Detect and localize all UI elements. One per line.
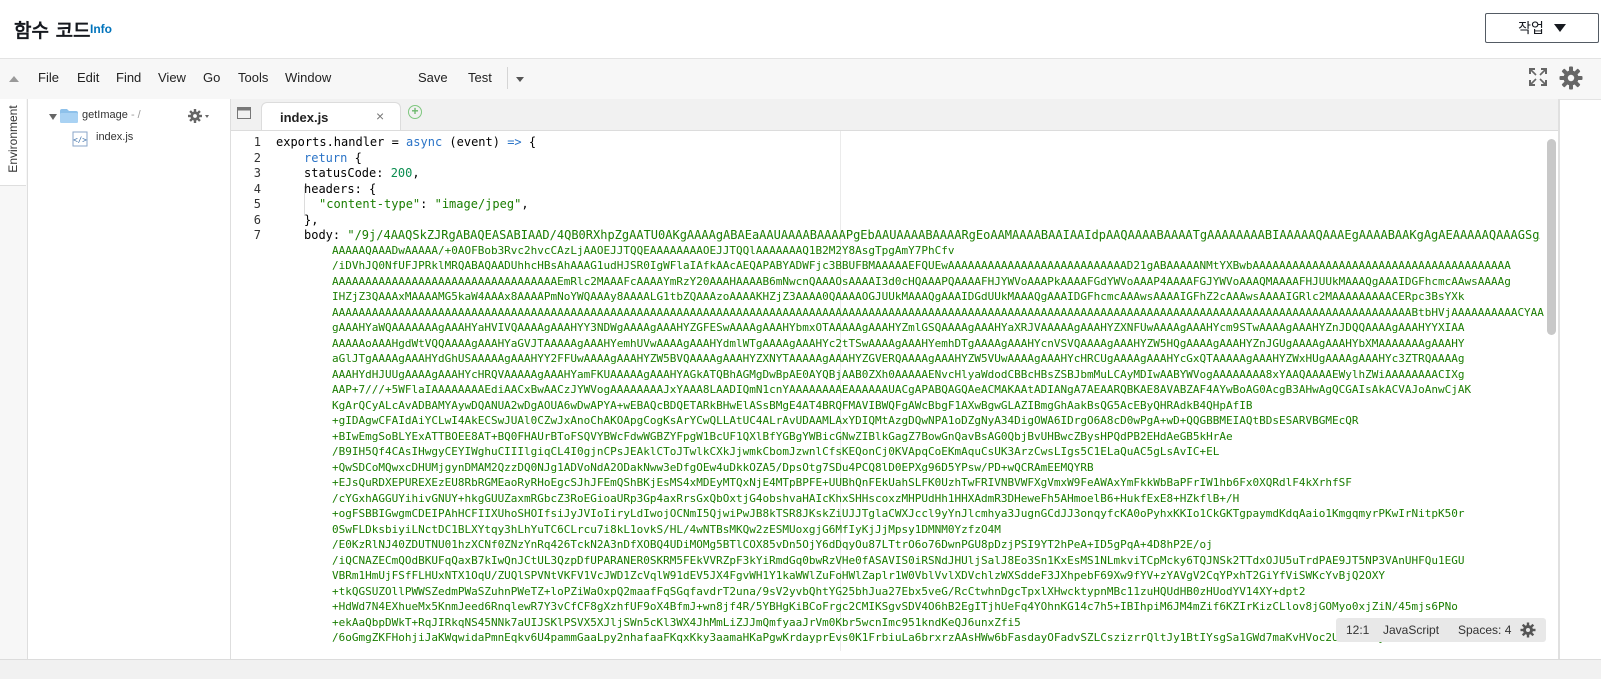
folder-name: getImage	[82, 109, 128, 121]
code-line: "content-type": "image/jpeg",	[319, 197, 529, 211]
code-wrap-line: +gIDAgwCFAIdAiYCLwI4AkECSwJUAl0CZwJxAnoC…	[332, 414, 1359, 427]
editor-statusbar: 12:1 JavaScript Spaces: 4	[1336, 618, 1546, 642]
ide-menubar: File Edit Find View Go Tools Window Save…	[0, 58, 1601, 100]
code-line: return {	[304, 150, 362, 165]
code-wrap-line: AAAAAQAAADwAAAAA/+0AOFBob3Rvc2hvcCAzLjAA…	[332, 243, 955, 257]
code-wrap-line: +QwSDCoMQwxcDHUMjgynDMAM2QzzDQ0NJg1ADVoN…	[332, 460, 1094, 474]
code-wrap-line: +EJsQuRDXEPUREXEzEU8RbRGMEaoRyRHoEgcSJhJ…	[332, 476, 1352, 489]
editor-tabbar: index.js × +	[231, 99, 1560, 131]
line-number: 7	[253, 228, 261, 242]
code-wrap-line: +tkQGSUZOllPWWSZedmPWaSZuhnPWeTZ+loPZiWa…	[332, 584, 1306, 598]
code-line: body: "/9j/4AAQSkZJRgABAQEASABIAAD/4QB0R…	[304, 228, 1540, 242]
code-wrap-line: +ogFSBBIGwgmCDEIPAhHCFIIXUhoSHOIfsiJyJVI…	[332, 507, 1465, 520]
tree-file-item[interactable]: index.js	[96, 131, 133, 143]
menu-view[interactable]: View	[158, 70, 186, 85]
save-button[interactable]: Save	[418, 70, 448, 85]
menu-separator	[507, 67, 508, 89]
collapse-toggle-icon[interactable]	[9, 76, 19, 82]
line-number: 1	[253, 135, 261, 149]
code-wrap-line: /cYGxhAGGUYihivGNUY+hkgGUUZaxmRGbcZ3RoEG…	[332, 491, 1240, 505]
test-button[interactable]: Test	[468, 70, 492, 85]
gear-icon[interactable]	[1559, 66, 1583, 90]
bottom-panel-bar	[0, 659, 1601, 679]
code-wrap-line: +HdWd7N4EXhueMx5KnmJeed6RnqlewR7Y3vCfCF8…	[332, 600, 1458, 613]
tab-label: index.js	[280, 110, 329, 125]
status-gear-icon[interactable]	[1520, 622, 1536, 638]
test-options-chevron-icon[interactable]	[516, 77, 524, 82]
vertical-scrollbar[interactable]	[1547, 139, 1556, 335]
folder-path-suffix: - /	[130, 109, 141, 121]
fullscreen-icon[interactable]	[1529, 68, 1547, 86]
folder-icon	[60, 109, 78, 123]
language-mode[interactable]: JavaScript	[1383, 623, 1439, 637]
line-number: 4	[253, 181, 261, 196]
code-wrap-line: /E0KzRlNJ40ZDUTNU01hzXCNf0ZNzYnRq426TckN…	[332, 538, 1213, 551]
indent-setting[interactable]: Spaces: 4	[1458, 623, 1511, 637]
info-link[interactable]: Info	[90, 22, 112, 36]
code-wrap-line: /iDVhJQ0NfUFJPRklMRQABAQAADUhhcHBsAhAAAG…	[332, 259, 1511, 272]
code-wrap-line: gAAAHYaWQAAAAAAAgAAAHYaHVIVQAAAAgAAAHYY3…	[332, 321, 1465, 334]
tab-index-js[interactable]: index.js ×	[261, 102, 401, 130]
cursor-position[interactable]: 12:1	[1346, 623, 1369, 637]
file-tree: getImage - / </> index.js	[28, 99, 231, 659]
line-number-gutter: 1 2 3 4 5 6 7	[231, 131, 271, 651]
menu-edit[interactable]: Edit	[77, 70, 99, 85]
code-line: headers: {	[304, 181, 377, 196]
caret-down-icon	[1553, 24, 1566, 32]
menu-window[interactable]: Window	[285, 70, 331, 85]
menu-tools[interactable]: Tools	[238, 70, 268, 85]
code-wrap-line: KgArQCyALcAvADBAMYAywDQANUA2wDgAOUA6wDwA…	[332, 398, 1253, 412]
tab-list-icon[interactable]	[237, 107, 251, 119]
svg-text:</>: </>	[73, 136, 87, 145]
js-file-icon: </>	[72, 131, 88, 147]
environment-tab-label: Environment	[6, 105, 20, 173]
code-wrap-line: AAAAAAAAAAAAAAAAAAAAAAAAAAAAAAAAAAAAAAAA…	[332, 305, 1544, 319]
code-wrap-line: VBRm1HmUjFSfFLHUxNTX1OqU/ZUQlSPVNtVKFV1V…	[332, 569, 1385, 582]
add-tab-icon[interactable]: +	[408, 105, 422, 119]
actions-label: 작업	[1518, 21, 1544, 37]
tree-folder-item[interactable]: getImage - /	[82, 109, 141, 121]
code-wrap-line: 0SwFLDksbiyiLNctDC1BLXYtqy3hLhYuTC6CLrcu…	[332, 522, 1001, 536]
line-number: 2	[253, 150, 261, 165]
code-line: statusCode: 200,	[304, 166, 420, 180]
actions-dropdown-button[interactable]: 작업	[1485, 13, 1599, 43]
function-code-header: 함수 코드 Info 작업	[0, 0, 1601, 56]
code-wrap-line: IHZjZ3QAAAxMAAAAMG5kaW4AAAx8AAAAPmNoYWQA…	[332, 290, 1465, 303]
expand-arrow-icon[interactable]	[49, 114, 57, 120]
code-wrap-line: AAAAAAAAAAAAAAAAAAAAAAAAAAAAAAAAAAEmRlc2…	[332, 274, 1511, 288]
line-number: 6	[253, 212, 261, 227]
code-wrap-line: +BIwEmgSoBLYExATTBOEE8AT+BQ0FHAUrBToFSQV…	[332, 429, 1233, 443]
code-editor[interactable]: exports.handler = async (event) => { ret…	[272, 131, 1545, 651]
code-wrap-line: AAAHYdHJUUgAAAAgAAAHYcHRQVAAAAAgAAAHYamF…	[332, 367, 1465, 381]
panel-edge	[1558, 99, 1560, 659]
code-wrap-line: /iQCNAZECmQOdBKUFqQaxB7kIwQnJCtUL3QzpDfU…	[332, 553, 1465, 567]
code-wrap-line: AAP+7///+5WFlaIAAAAAAAAEdiAACxBwAACzJYWV…	[332, 383, 1472, 396]
close-icon[interactable]: ×	[376, 108, 384, 124]
page-title: 함수 코드	[14, 20, 91, 42]
line-number: 5	[253, 197, 261, 211]
environment-tab[interactable]: Environment	[0, 99, 26, 186]
side-panel-rail: Environment	[0, 99, 28, 659]
menu-find[interactable]: Find	[116, 70, 141, 85]
code-line: },	[304, 212, 319, 227]
code-wrap-line: /B9IH5Qf4CAsIHwgyCEYIWghuCIIIlgiqCL4I0gj…	[332, 445, 1220, 458]
code-wrap-line: aGlJTgAAAAgAAAHYdGhUSAAAAAgAAAHYY2FFUwAA…	[332, 352, 1465, 365]
code-wrap-line: AAAAAoAAAHgdWtVQQAAAAgAAAHYaGVJTAAAAAgAA…	[332, 336, 1465, 350]
tree-settings-gear-icon[interactable]	[188, 109, 210, 123]
menu-file[interactable]: File	[38, 70, 59, 85]
code-line: exports.handler = async (event) => {	[276, 135, 537, 149]
line-number: 3	[253, 166, 261, 180]
menu-go[interactable]: Go	[203, 70, 220, 85]
